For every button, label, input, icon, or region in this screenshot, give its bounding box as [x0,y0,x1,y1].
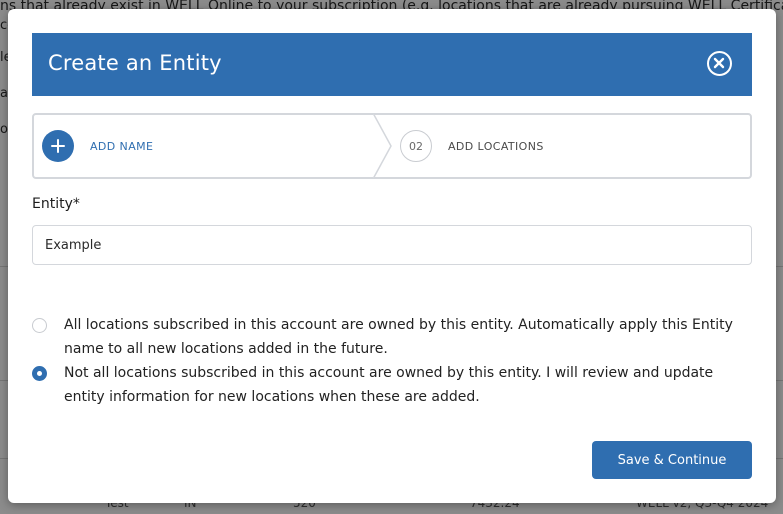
step-label: ADD NAME [90,139,154,153]
plus-icon [51,139,65,153]
entity-input[interactable] [32,225,752,265]
create-entity-modal: Create an Entity ADD NAME 02 ADD LOCATIO… [8,9,776,503]
option-label: Not all locations subscribed in this acc… [64,365,714,405]
modal-header: Create an Entity [32,33,752,96]
stepper: ADD NAME 02 ADD LOCATIONS [32,113,752,179]
modal-title: Create an Entity [48,51,222,75]
step-separator-chevron [372,113,392,179]
step-1-indicator [42,130,74,162]
step-add-name[interactable]: ADD NAME [42,115,153,177]
entity-field-label: Entity* [32,196,80,212]
step-add-locations[interactable]: 02 ADD LOCATIONS [400,115,544,177]
close-button[interactable] [707,51,732,76]
option-label: All locations subscribed in this account… [64,317,733,357]
step-label: ADD LOCATIONS [448,139,544,153]
save-continue-button[interactable]: Save & Continue [592,441,752,479]
close-icon [713,57,725,69]
radio-not-all-locations[interactable] [32,366,47,381]
radio-all-locations[interactable] [32,318,47,333]
step-number: 02 [400,130,432,162]
